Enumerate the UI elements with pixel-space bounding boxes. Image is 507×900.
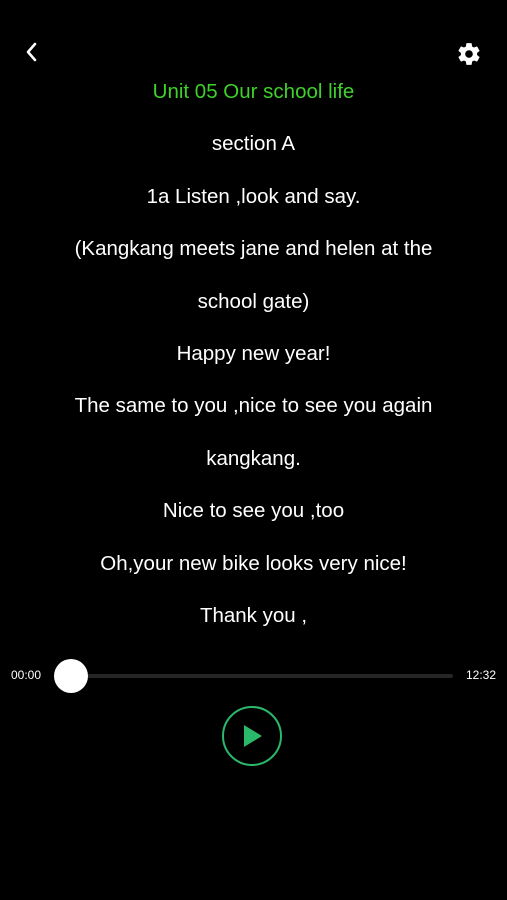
lyric-line: Thank you , — [199, 603, 308, 627]
progress-slider-thumb[interactable] — [54, 659, 88, 693]
chevron-left-icon — [26, 42, 37, 62]
lyric-line: section A — [211, 132, 296, 156]
lyric-line: Happy new year! — [176, 341, 331, 365]
lyric-line: Nice to see you ,too — [162, 499, 345, 523]
progress-slider[interactable] — [60, 674, 453, 678]
lyric-line: Oh,your new bike looks very nice! — [100, 551, 407, 575]
lyric-line: The same to you ,nice to see you again — [74, 394, 433, 418]
current-time: 00:00 — [11, 668, 42, 682]
lyric-line: school gate) — [197, 289, 310, 313]
lyrics-text: Unit 05 Our school life section A 1a Lis… — [0, 66, 507, 642]
play-button[interactable] — [222, 706, 282, 766]
total-time: 12:32 — [465, 668, 496, 682]
lyric-line: kangkang. — [206, 446, 301, 470]
lyric-line: (Kangkang meets jane and helen at the — [74, 237, 433, 261]
play-icon — [244, 725, 262, 747]
gear-icon — [458, 43, 480, 65]
unit-title: Unit 05 Our school life — [152, 80, 355, 103]
back-button[interactable] — [18, 36, 46, 68]
lyric-line: 1a Listen ,look and say. — [146, 184, 361, 208]
settings-button[interactable] — [455, 40, 483, 68]
